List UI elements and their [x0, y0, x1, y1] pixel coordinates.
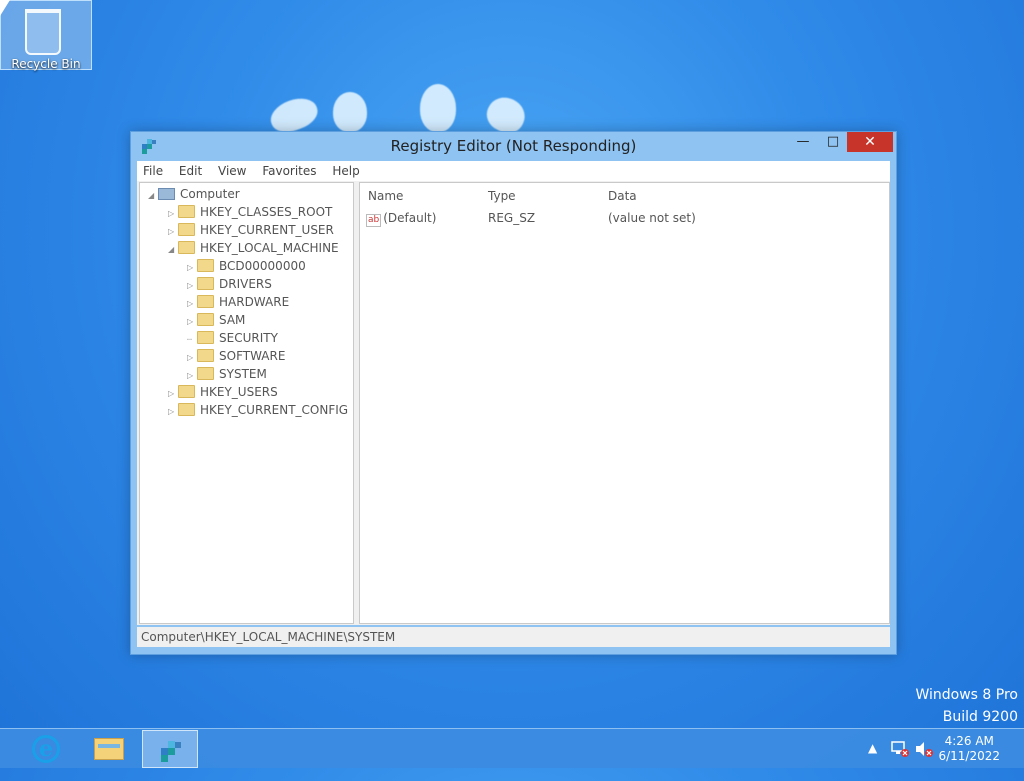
taskbar-registry-editor[interactable]	[142, 730, 198, 768]
values-list[interactable]: Name Type Data ab (Default) REG_SZ (value…	[359, 182, 890, 624]
folder-icon	[178, 403, 195, 416]
recycle-bin-label: Recycle Bin	[11, 57, 81, 71]
folder-icon	[197, 259, 214, 272]
tree-label: BCD00000000	[219, 259, 306, 273]
menu-file[interactable]: File	[137, 161, 169, 178]
wallpaper-petal	[333, 92, 367, 132]
value-row-name[interactable]: ab (Default)	[366, 211, 436, 227]
content-area: ◢ Computer ▷ HKEY_CLASSES_ROOT ▷ HKEY_CURRE…	[137, 181, 890, 625]
value-name: (Default)	[383, 211, 437, 225]
close-button[interactable]: ✕	[847, 132, 893, 152]
computer-icon	[158, 187, 175, 200]
tree-label: HKEY_USERS	[200, 385, 278, 399]
windows-watermark: Windows 8 Pro Build 9200	[915, 684, 1018, 728]
tree-item-hardware[interactable]: ▷ HARDWARE	[187, 293, 289, 311]
column-header-name[interactable]: Name	[368, 189, 403, 203]
taskbar: e ▲ 4:26 AM 6/11/2022	[0, 728, 1024, 768]
tree-label: HKEY_LOCAL_MACHINE	[200, 241, 339, 255]
folder-icon	[197, 295, 214, 308]
tree-item-hklm[interactable]: ◢ HKEY_LOCAL_MACHINE	[168, 239, 339, 257]
tree-item-computer[interactable]: ◢ Computer	[148, 185, 240, 203]
folder-icon	[197, 331, 214, 344]
column-header-data[interactable]: Data	[608, 189, 637, 203]
system-clock[interactable]: 4:26 AM 6/11/2022	[938, 734, 1000, 764]
watermark-edition: Windows 8 Pro	[915, 687, 1018, 703]
value-type: REG_SZ	[488, 211, 536, 225]
folder-open-icon	[178, 241, 195, 254]
tree-label: HARDWARE	[219, 295, 290, 309]
registry-editor-window[interactable]: Registry Editor (Not Responding) — □ ✕ F…	[130, 131, 897, 655]
tree-label: HKEY_CURRENT_USER	[200, 223, 334, 237]
title-bar[interactable]: Registry Editor (Not Responding) — □ ✕	[131, 132, 896, 160]
tree-item-hkcc[interactable]: ▷ HKEY_CURRENT_CONFIG	[168, 401, 348, 419]
menu-favorites[interactable]: Favorites	[256, 161, 322, 178]
tree-item-hkcu[interactable]: ▷ HKEY_CURRENT_USER	[168, 221, 334, 239]
tree-item-hkcr[interactable]: ▷ HKEY_CLASSES_ROOT	[168, 203, 332, 221]
tree-item-drivers[interactable]: ▷ DRIVERS	[187, 275, 272, 293]
folder-icon	[197, 349, 214, 362]
mouse-cursor-icon	[0, 0, 10, 16]
expand-arrow-icon[interactable]: ▷	[168, 403, 178, 421]
menu-view[interactable]: View	[212, 161, 252, 178]
tree-label: HKEY_CLASSES_ROOT	[200, 205, 333, 219]
folder-icon	[197, 277, 214, 290]
collapse-arrow-icon[interactable]: ◢	[168, 241, 178, 259]
tree-item-system[interactable]: ▷ SYSTEM	[187, 365, 267, 383]
volume-muted-icon[interactable]	[914, 740, 934, 758]
folder-icon	[197, 367, 214, 380]
tree-item-hku[interactable]: ▷ HKEY_USERS	[168, 383, 278, 401]
folder-icon	[178, 223, 195, 236]
minimize-button[interactable]: —	[789, 132, 817, 152]
value-data: (value not set)	[608, 211, 696, 225]
tree-label: SYSTEM	[219, 367, 267, 381]
tray-expand-button[interactable]: ▲	[868, 741, 877, 781]
internet-explorer-icon: e	[32, 735, 60, 763]
column-header-type[interactable]: Type	[488, 189, 516, 203]
recycle-bin-icon	[25, 9, 61, 55]
tree-label: Computer	[180, 187, 240, 201]
tree-label: DRIVERS	[219, 277, 272, 291]
tree-item-security[interactable]: ┈ SECURITY	[187, 329, 278, 347]
menu-help[interactable]: Help	[326, 161, 365, 178]
recycle-bin-desktop-icon[interactable]: Recycle Bin	[0, 0, 92, 71]
tree-item-software[interactable]: ▷ SOFTWARE	[187, 347, 285, 365]
string-value-icon: ab	[366, 214, 382, 227]
taskbar-internet-explorer[interactable]: e	[18, 730, 74, 768]
wallpaper-petal	[420, 84, 456, 132]
tree-item-sam[interactable]: ▷ SAM	[187, 311, 245, 329]
tree-label: SAM	[219, 313, 246, 327]
taskbar-file-explorer[interactable]	[80, 730, 136, 768]
menu-edit[interactable]: Edit	[173, 161, 208, 178]
menu-bar: File Edit View Favorites Help	[137, 161, 890, 181]
network-disconnected-icon[interactable]	[890, 740, 910, 758]
clock-date: 6/11/2022	[938, 749, 1000, 763]
regedit-taskbar-icon	[161, 741, 181, 762]
registry-tree[interactable]: ◢ Computer ▷ HKEY_CLASSES_ROOT ▷ HKEY_CURRE…	[139, 182, 354, 624]
maximize-button[interactable]: □	[819, 132, 847, 152]
tree-label: SOFTWARE	[219, 349, 286, 363]
folder-icon	[178, 385, 195, 398]
window-title: Registry Editor (Not Responding)	[390, 137, 637, 155]
clock-time: 4:26 AM	[944, 734, 994, 748]
file-explorer-icon	[94, 738, 124, 760]
watermark-build: Build 9200	[942, 709, 1018, 725]
tree-label: HKEY_CURRENT_CONFIG	[200, 403, 349, 417]
tree-label: SECURITY	[219, 331, 278, 345]
tree-item-bcd[interactable]: ▷ BCD00000000	[187, 257, 306, 275]
collapse-arrow-icon[interactable]: ◢	[148, 187, 158, 205]
folder-icon	[178, 205, 195, 218]
folder-icon	[197, 313, 214, 326]
status-bar: Computer\HKEY_LOCAL_MACHINE\SYSTEM	[137, 627, 890, 647]
